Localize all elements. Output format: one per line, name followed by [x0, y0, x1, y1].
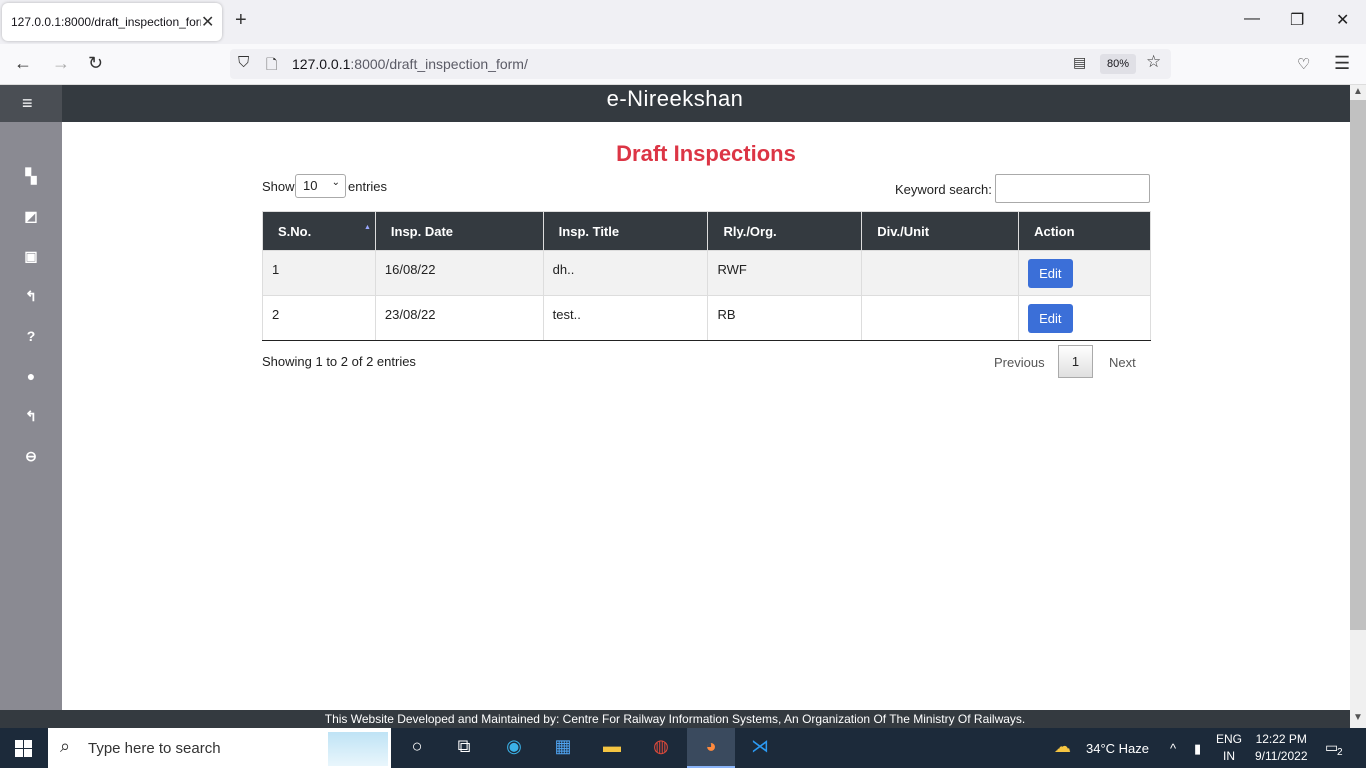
- reply-icon[interactable]: ↰: [20, 288, 42, 305]
- sidebar-top: ≡: [0, 85, 62, 122]
- sidebar: ≡ ▚ ◩ ▣ ↰ ? ● ↰ ⊖: [0, 85, 62, 710]
- search-input[interactable]: [995, 174, 1150, 203]
- inspections-table: S.No. ▲ Insp. Date Insp. Title Rly./Org. …: [262, 211, 1151, 341]
- cell-title: dh..: [542, 250, 709, 296]
- windows-start-icon[interactable]: [15, 740, 32, 757]
- cell-action: Edit: [1018, 250, 1151, 296]
- reader-view-icon[interactable]: ▤: [1073, 54, 1086, 71]
- table-info: Showing 1 to 2 of 2 entries: [262, 354, 416, 369]
- page-1-button[interactable]: 1: [1058, 345, 1093, 378]
- entries-select[interactable]: 10 ⌄: [295, 174, 346, 198]
- cell-rly: RWF: [707, 250, 863, 296]
- cell-action: Edit: [1018, 295, 1151, 341]
- microphone-icon[interactable]: ▮: [1194, 741, 1201, 757]
- bookmark-icon[interactable]: ◩: [20, 208, 42, 225]
- taskbar: ⌕ Type here to search ○ ⧉ ◉ ▦ ▬ ◍ ◕ ⋊ ☁ …: [0, 728, 1366, 768]
- edge-icon[interactable]: ◉: [501, 736, 527, 760]
- address-bar[interactable]: ⛉ 🗋 127.0.0.1:8000/draft_inspection_form…: [230, 49, 1171, 79]
- page-title: Draft Inspections: [616, 141, 796, 166]
- edit-button[interactable]: Edit: [1028, 304, 1073, 333]
- page-icon: 🗋: [266, 56, 278, 72]
- pocket-icon[interactable]: ♡: [1297, 55, 1310, 73]
- cell-date: 23/08/22: [374, 295, 544, 341]
- url-text[interactable]: 127.0.0.1:8000/draft_inspection_form/: [292, 56, 528, 72]
- search-label: Keyword search:: [895, 182, 992, 197]
- language-indicator[interactable]: ENG IN: [1216, 731, 1242, 765]
- previous-button[interactable]: Previous: [994, 355, 1045, 370]
- weather-icon[interactable]: ☁: [1054, 737, 1071, 757]
- next-button[interactable]: Next: [1109, 355, 1136, 370]
- close-window-icon[interactable]: ✕: [1336, 10, 1349, 30]
- tray-chevron-icon[interactable]: ^: [1170, 741, 1176, 756]
- taskbar-search-placeholder: Type here to search: [88, 740, 221, 757]
- zoom-level[interactable]: 80%: [1100, 54, 1136, 74]
- sort-asc-icon: ▲: [363, 224, 371, 231]
- notification-count: 2: [1337, 747, 1343, 758]
- store-icon[interactable]: ▦: [550, 736, 576, 760]
- cell-div: [861, 250, 1020, 296]
- restore-icon[interactable]: ❐: [1290, 10, 1304, 30]
- browser-tab[interactable]: 127.0.0.1:8000/draft_inspection_form/ ✕: [2, 3, 222, 41]
- cell-rly: RB: [707, 295, 863, 341]
- question-icon[interactable]: ?: [20, 328, 42, 344]
- bookmark-star-icon[interactable]: ☆: [1146, 52, 1161, 72]
- vscode-icon[interactable]: ⋊: [747, 736, 773, 760]
- search-icon: ⌕: [60, 736, 71, 756]
- header-date[interactable]: Insp. Date: [374, 211, 544, 251]
- scroll-up-icon[interactable]: ▲: [1353, 86, 1363, 97]
- clipboard-icon[interactable]: ▣: [20, 248, 42, 265]
- cell-div: [861, 295, 1020, 341]
- table-header-row: S.No. ▲ Insp. Date Insp. Title Rly./Org. …: [262, 211, 1151, 251]
- header-rly[interactable]: Rly./Org.: [707, 211, 863, 251]
- task-view-icon[interactable]: ⧉: [451, 736, 477, 760]
- tab-title: 127.0.0.1:8000/draft_inspection_form/: [11, 15, 201, 29]
- clock[interactable]: 12:22 PM 9/11/2022: [1255, 731, 1308, 765]
- scrollbar-thumb[interactable]: [1350, 100, 1366, 630]
- cell-date: 16/08/22: [374, 250, 544, 296]
- cell-title: test..: [542, 295, 709, 341]
- reload-icon[interactable]: ↻: [88, 53, 103, 74]
- header-sno[interactable]: S.No. ▲: [262, 211, 376, 251]
- entries-value: 10: [303, 178, 318, 193]
- search-highlight-image: [328, 732, 388, 766]
- logout-icon[interactable]: ⊖: [20, 448, 42, 465]
- help-circle-icon[interactable]: ●: [20, 368, 42, 384]
- browser-tabbar: 127.0.0.1:8000/draft_inspection_form/ ✕ …: [0, 0, 1366, 44]
- cell-sno: 2: [262, 295, 376, 341]
- back-icon[interactable]: ←: [14, 53, 32, 74]
- new-tab-icon[interactable]: +: [235, 9, 247, 32]
- shield-icon[interactable]: ⛉: [238, 54, 249, 71]
- footer: This Website Developed and Maintained by…: [0, 710, 1350, 728]
- cell-sno: 1: [262, 250, 376, 296]
- show-label: Show: [262, 179, 295, 194]
- browser-navbar: ← → ↻ ⛉ 🗋 127.0.0.1:8000/draft_inspectio…: [0, 44, 1366, 85]
- app-header: e-Nireekshan: [0, 85, 1350, 122]
- header-action[interactable]: Action: [1018, 211, 1151, 251]
- chrome-icon[interactable]: ◍: [648, 736, 674, 760]
- minimize-icon[interactable]: —: [1244, 10, 1260, 28]
- file-explorer-icon[interactable]: ▬: [599, 736, 625, 760]
- weather-text[interactable]: 34°C Haze: [1086, 741, 1149, 756]
- cortana-icon[interactable]: ○: [404, 736, 430, 760]
- forward-icon[interactable]: →: [52, 53, 70, 74]
- entries-label: entries: [348, 179, 388, 194]
- table-row: 1 16/08/22 dh.. RWF Edit: [262, 250, 1151, 296]
- dashboard-icon[interactable]: ▚: [20, 168, 42, 185]
- taskbar-search-box[interactable]: ⌕ Type here to search: [48, 728, 391, 768]
- scroll-down-icon[interactable]: ▼: [1353, 712, 1363, 723]
- edit-button[interactable]: Edit: [1028, 259, 1073, 288]
- header-title[interactable]: Insp. Title: [542, 211, 709, 251]
- reply-icon-2[interactable]: ↰: [20, 408, 42, 425]
- close-tab-icon[interactable]: ✕: [201, 12, 214, 32]
- table-row: 2 23/08/22 test.. RB Edit: [262, 295, 1151, 341]
- firefox-icon[interactable]: ◕: [698, 736, 724, 760]
- chevron-down-icon: ⌄: [331, 177, 340, 188]
- header-div[interactable]: Div./Unit: [861, 211, 1020, 251]
- menu-icon[interactable]: ☰: [1334, 53, 1350, 74]
- hamburger-icon[interactable]: ≡: [22, 93, 33, 114]
- app-title: e-Nireekshan: [606, 86, 744, 111]
